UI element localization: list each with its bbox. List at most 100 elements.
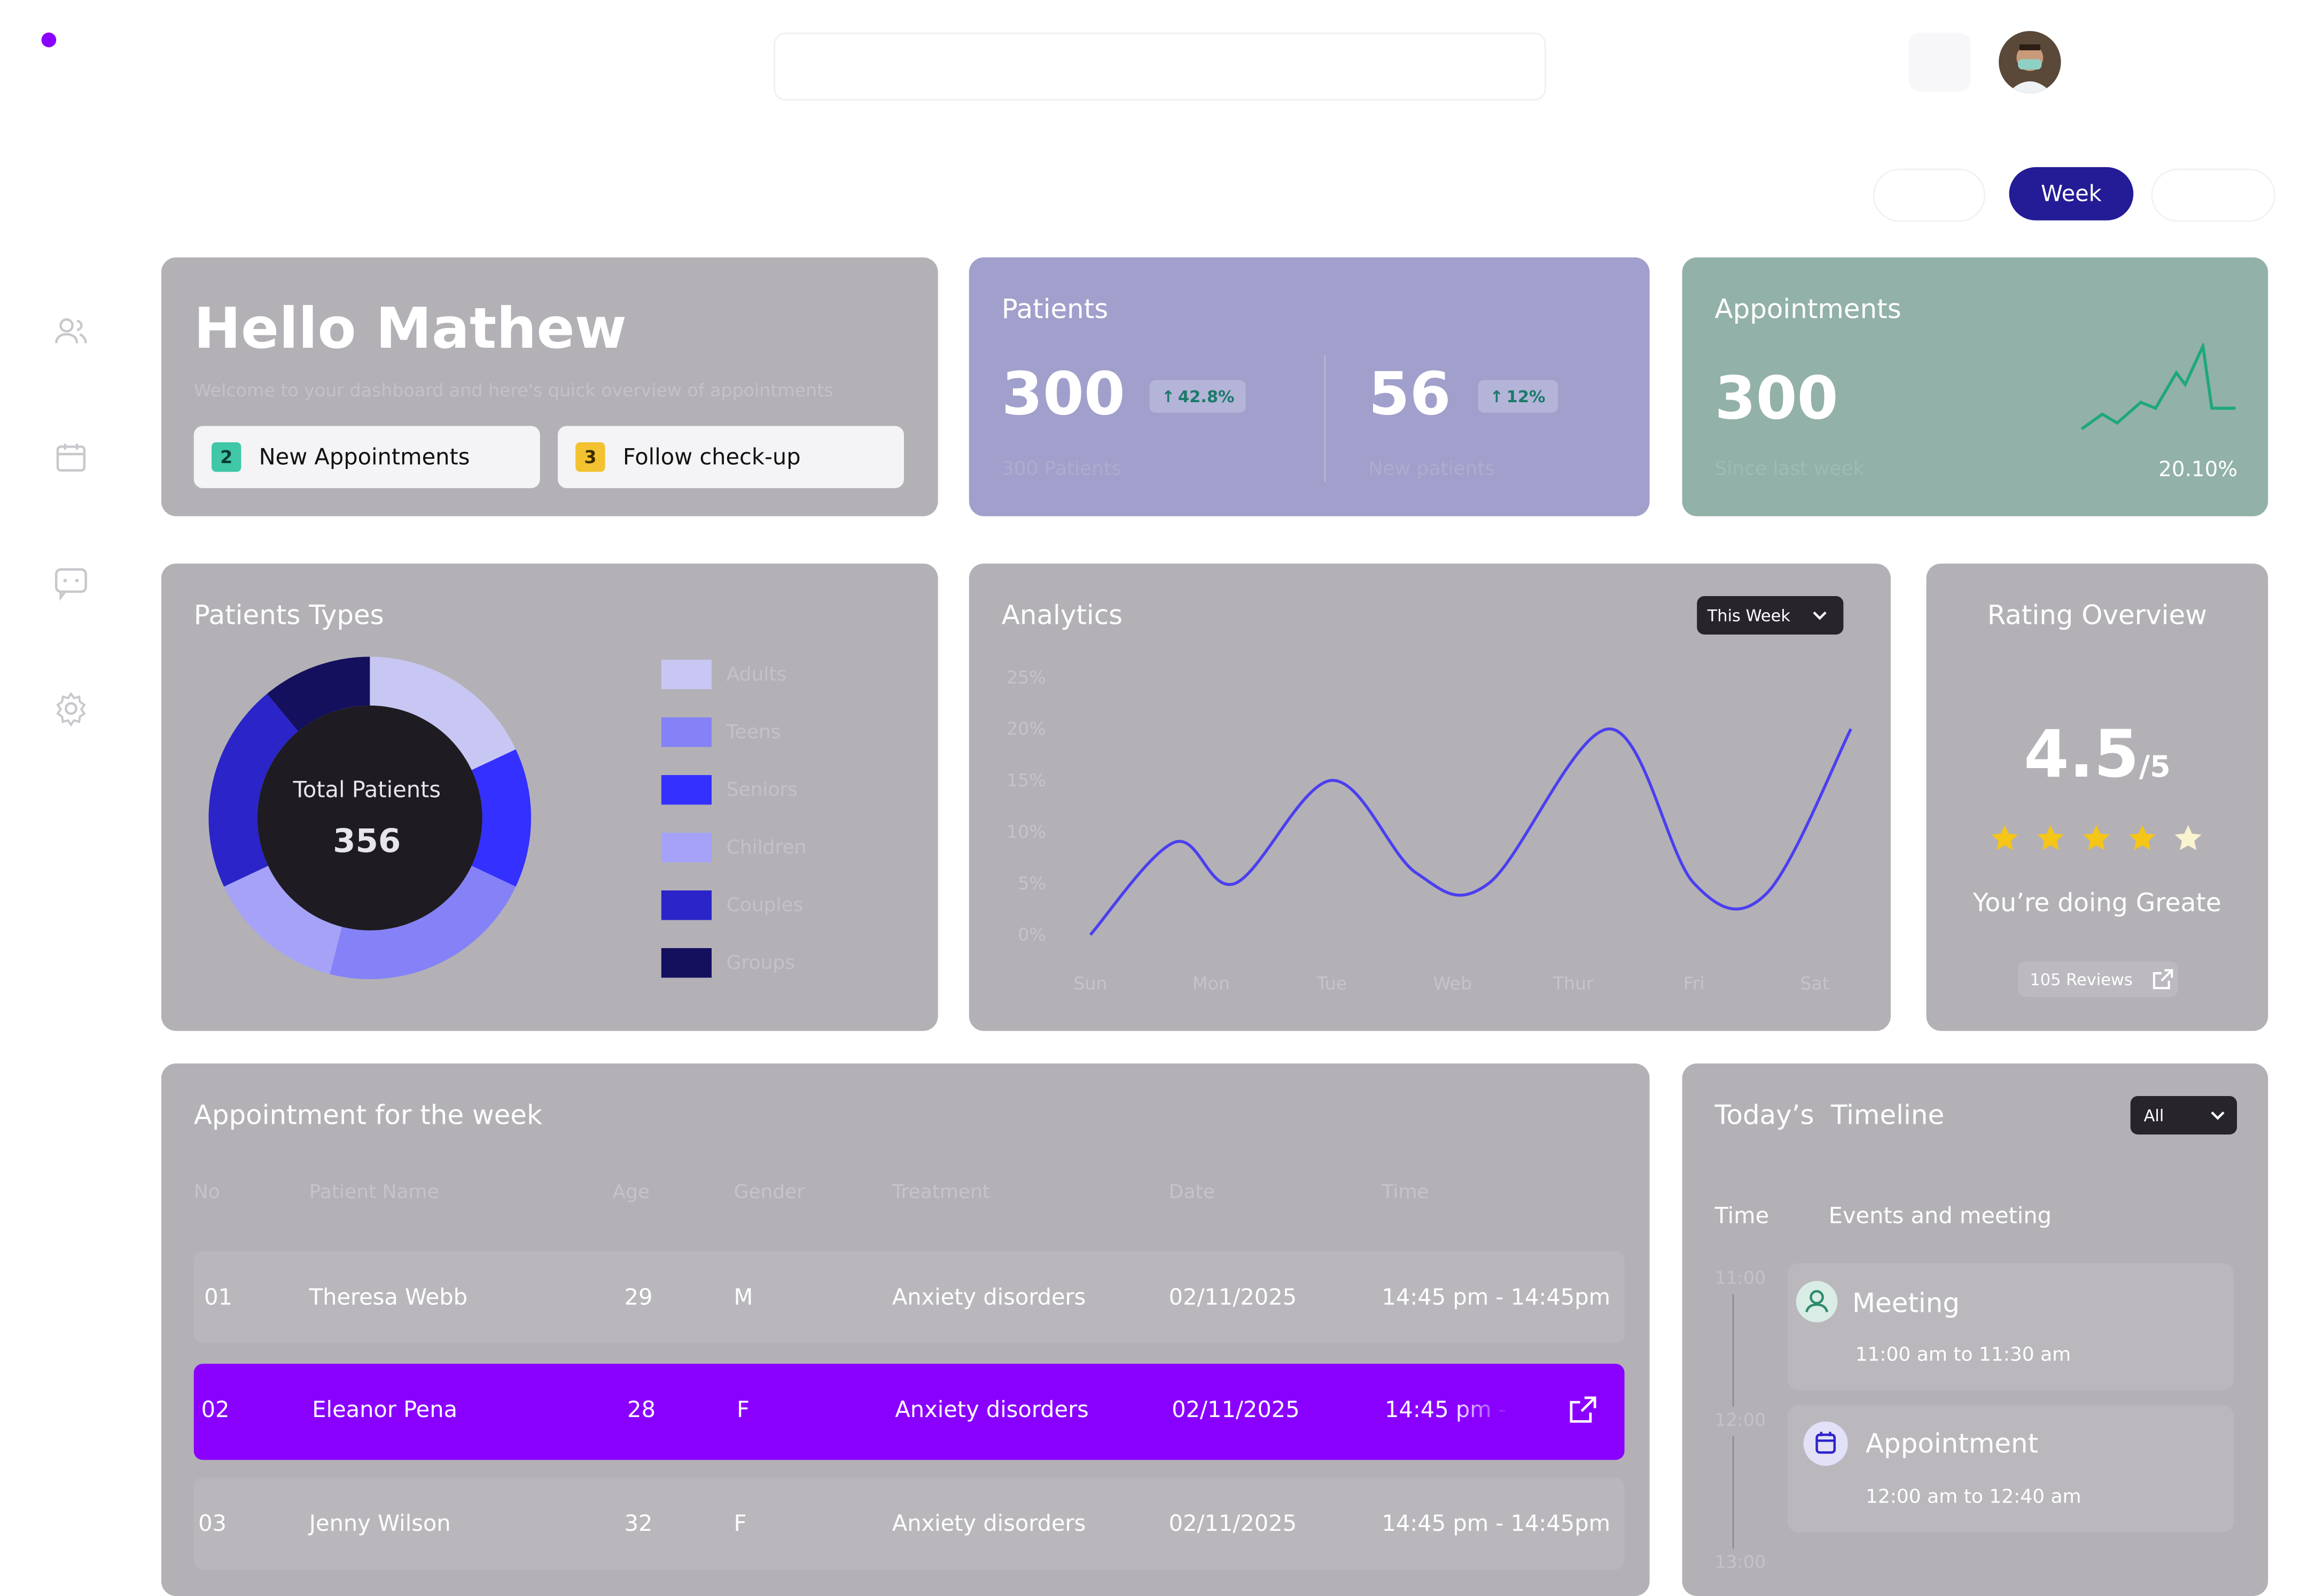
cell-treatment: Anxiety disorders [895,1396,1089,1423]
appointments-card: Appointments 300 Since last week 20.10% [1682,257,2268,517]
settings-icon[interactable] [53,691,89,726]
y-tick-label: 10% [1007,821,1046,842]
timeline-line [1732,1294,1734,1407]
cell-treatment: Anxiety disorders [892,1510,1086,1537]
reviews-count: 105 Reviews [2030,969,2133,989]
analytics-line-chart: 25% 20% 15% 10% 5% 0% Sun Mon Tue Web Thur Fri Sat [1007,667,1852,994]
legend-item: Seniors [661,775,798,805]
event-card-appointment[interactable]: Appointment 12:00 am to 12:40 am [1787,1405,2234,1532]
event-time: 12:00 am to 12:40 am [1865,1487,2081,1509]
patients-total-change: ↑ 42.8% [1149,380,1246,413]
cell-no: 01 [204,1284,233,1311]
new-appointments-label: New Appointments [259,443,470,471]
timeline-line [1732,1436,1734,1549]
rating-out-of: /5 [2139,748,2171,784]
cell-name: Theresa Webb [309,1284,467,1311]
col-age: Age [612,1182,650,1204]
y-tick-label: 25% [1007,667,1046,687]
rating-stars [1989,823,2210,858]
star-icon [2037,825,2064,850]
y-tick-label: 15% [1007,770,1046,791]
search-input[interactable] [774,32,1546,101]
timeline-filter-dropdown[interactable]: All [2130,1096,2237,1135]
cell-gender: F [734,1510,747,1537]
new-patients-change-value: 12% [1506,387,1546,406]
col-time: Time [1382,1182,1429,1204]
rating-score-group: 4.5/5 [1926,717,2268,793]
patients-divider [1324,355,1326,482]
avatar[interactable] [1999,31,2061,93]
patient-types-donut [208,656,532,980]
x-tick-label: Sat [1800,973,1829,994]
legend-item: Groups [661,948,795,978]
avatar-image [1999,31,2061,93]
appointments-table-card: Appointment for the week No Patient Name… [161,1063,1650,1596]
legend-item: Children [661,833,806,863]
donut-center [257,705,482,930]
col-treatment: Treatment [892,1182,991,1204]
x-tick-label: Web [1433,973,1472,994]
cell-time: 14:45 pm - 14:45pm [1382,1510,1611,1537]
x-tick-label: Tue [1316,973,1347,994]
cell-date: 02/11/2025 [1168,1284,1297,1311]
event-card-meeting[interactable]: Meeting 11:00 am to 11:30 am [1787,1263,2234,1391]
legend-swatch [661,660,712,690]
external-link-icon [2154,969,2174,989]
legend-swatch [661,717,712,747]
col-date: Date [1168,1182,1215,1204]
legend-swatch [661,833,712,863]
cell-gender: F [737,1396,750,1423]
y-tick-label: 20% [1007,718,1046,739]
legend-label: Teens [726,721,781,744]
legend-label: Adults [726,663,787,686]
table-row[interactable]: 01 Theresa Webb 29 M Anxiety disorders 0… [193,1251,1625,1343]
period-option-3[interactable] [2151,168,2276,222]
rating-score: 4.5 [2024,717,2139,793]
cell-gender: M [734,1284,753,1311]
table-row-selected[interactable]: 02 Eleanor Pena 28 F Anxiety disorders 0… [193,1364,1625,1460]
x-tick-label: Mon [1192,973,1230,994]
event-title: Meeting [1852,1288,1960,1320]
chat-icon[interactable] [53,565,89,601]
arrow-up-icon: ↑ [1490,387,1504,406]
patients-total-value: 300 [1001,361,1125,429]
table-row[interactable]: 03 Jenny Wilson 32 F Anxiety disorders 0… [193,1477,1625,1570]
cell-no: 02 [201,1396,230,1423]
follow-checkup-chip[interactable]: 3 Follow check-up [557,426,904,488]
cell-time: 14:45 pm - 14:45pm [1384,1396,1518,1423]
calendar-icon[interactable] [53,439,89,474]
patients-card: Patients 300 ↑ 42.8% 300 Patients 56 ↑ 12%… [969,257,1650,517]
star-icon [1991,825,2018,850]
reviews-link[interactable]: 105 Reviews [2018,961,2178,997]
rating-card: Rating Overview 4.5/5 You’re doing Great… [1926,564,2268,1031]
cell-age: 28 [627,1396,656,1423]
period-option-week[interactable]: Week [2009,167,2134,221]
period-option-1[interactable] [1873,168,1986,222]
patient-types-card: Patients Types Total Patients 356 Adults… [161,564,938,1031]
appointments-change: 20.10% [2158,458,2238,482]
cell-no: 03 [198,1510,227,1537]
open-row-icon[interactable] [1568,1395,1597,1424]
new-appointments-chip[interactable]: 2 New Appointments [193,426,540,488]
follow-checkup-label: Follow check-up [622,443,801,471]
legend-swatch [661,775,712,805]
new-patients-value: 56 [1368,361,1451,429]
legend-swatch [661,948,712,978]
rating-message: You’re doing Greate [1972,889,2221,919]
appointments-caption: Since last week [1714,458,1865,481]
donut-center-value: 356 [333,824,401,861]
new-patients-caption: New patients [1368,458,1495,481]
timeline-col-time: Time [1714,1202,1769,1230]
timeline-hour: 13:00 [1714,1551,1766,1572]
y-tick-label: 0% [1018,924,1046,945]
appointments-title: Appointments [1714,294,1901,326]
patient-types-legend: Adults Teens Seniors Children Couples Groups [661,660,898,985]
users-icon[interactable] [53,314,89,349]
legend-item: Adults [661,660,787,690]
cell-age: 32 [624,1510,653,1537]
bell-icon[interactable] [1908,32,1971,92]
new-appointments-count: 2 [211,442,241,472]
col-patient-name: Patient Name [309,1182,439,1204]
legend-swatch [661,890,712,920]
y-tick-label: 5% [1018,873,1046,894]
